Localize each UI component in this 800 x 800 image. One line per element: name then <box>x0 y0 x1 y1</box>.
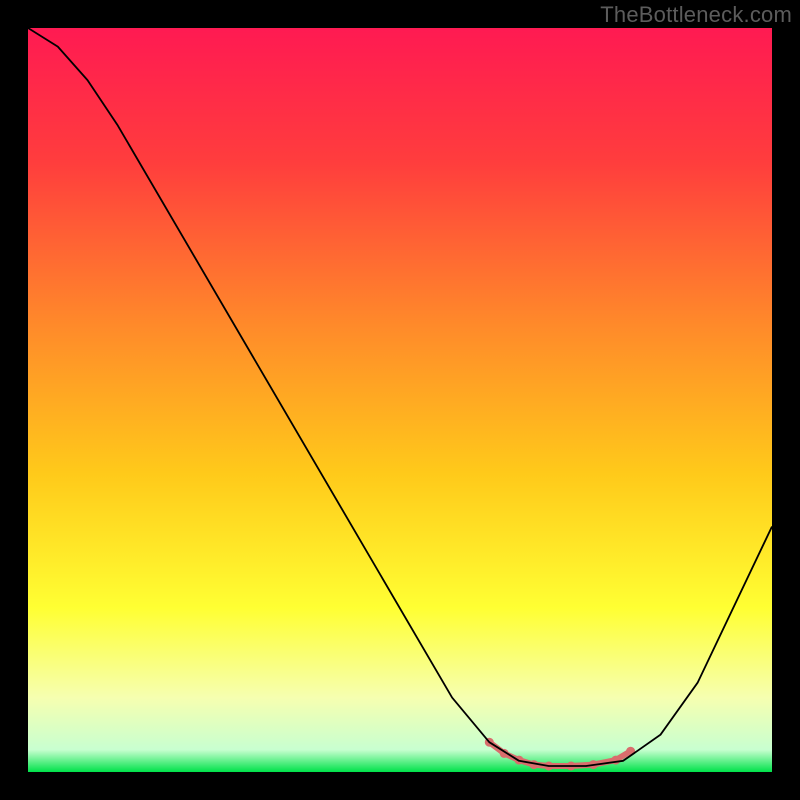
sweet-spot-dot <box>611 756 620 765</box>
chart-frame: TheBottleneck.com <box>0 0 800 800</box>
plot-area <box>28 28 772 772</box>
gradient-background <box>28 28 772 772</box>
watermark-text: TheBottleneck.com <box>600 2 792 28</box>
chart-svg <box>28 28 772 772</box>
